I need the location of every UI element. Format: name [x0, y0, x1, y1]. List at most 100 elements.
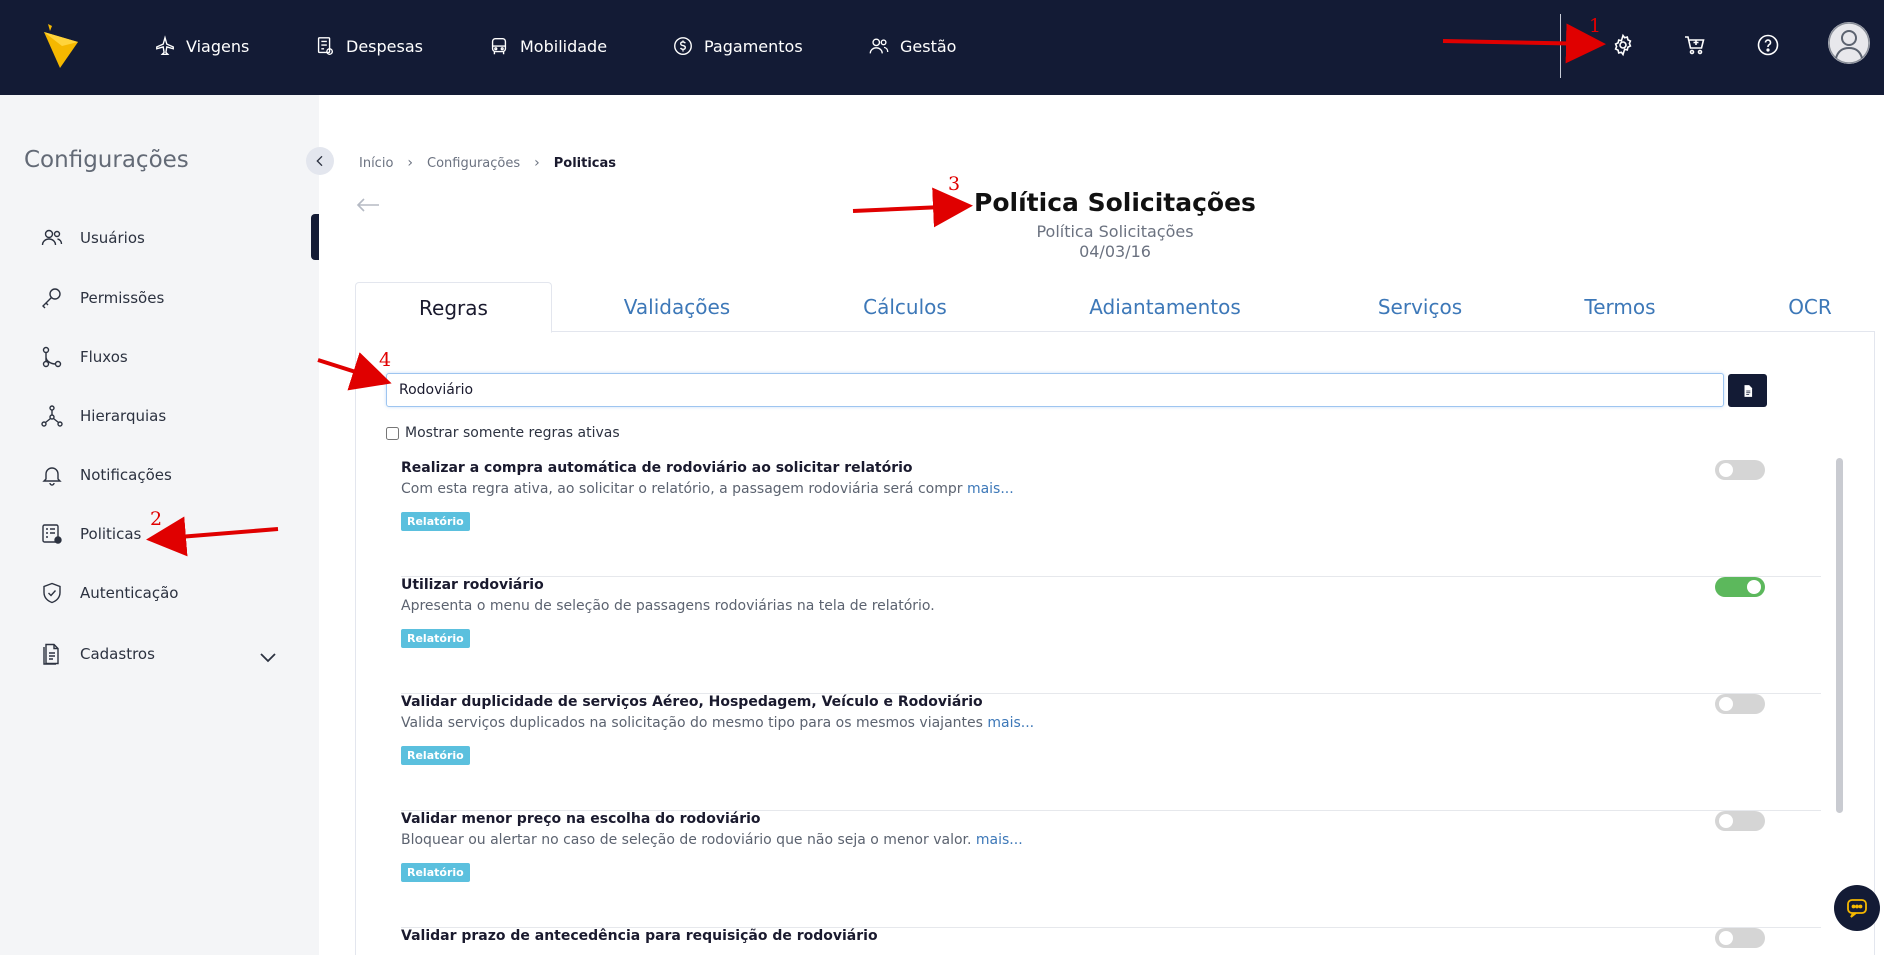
annotation-number: 3 [948, 173, 961, 195]
nav-label: Viagens [186, 36, 250, 56]
tab-validacoes[interactable]: Validações [587, 282, 767, 332]
breadcrumb-section[interactable]: Configurações [427, 156, 520, 171]
rule-more-link[interactable]: mais... [987, 715, 1034, 731]
tab-regras[interactable]: Regras [355, 282, 552, 333]
nav-label: Mobilidade [520, 36, 608, 56]
avatar[interactable] [1828, 22, 1870, 64]
help-button[interactable] [1753, 30, 1783, 60]
sidebar-item-label: Cadastros [80, 645, 155, 663]
rule-description: Com esta regra ativa, ao solicitar o rel… [401, 481, 1014, 497]
flow-icon [42, 346, 62, 368]
rule-more-link[interactable]: mais... [976, 832, 1023, 848]
toggle-knob [1747, 580, 1761, 594]
document-icon [1744, 384, 1752, 397]
search-button[interactable] [1728, 374, 1767, 407]
help-icon [1757, 34, 1779, 56]
page-subtitle: Política Solicitações [1036, 222, 1194, 241]
rule-more-link[interactable]: mais... [967, 481, 1014, 497]
nav-gestao[interactable]: Gestão [868, 30, 956, 62]
rule-title: Utilizar rodoviário [401, 577, 544, 593]
rule-toggle[interactable] [1715, 811, 1765, 831]
rule-description-text: Valida serviços duplicados na solicitaçã… [401, 715, 988, 731]
breadcrumb-home[interactable]: Início [359, 156, 393, 171]
cart-icon [1685, 36, 1705, 55]
toggle-knob [1719, 697, 1733, 711]
toggle-knob [1719, 463, 1733, 477]
sidebar-collapse-button[interactable] [306, 147, 334, 175]
rule-description-text: Bloquear ou alertar no caso de seleção d… [401, 832, 976, 848]
bell-icon [42, 467, 62, 486]
sidebar-item-autenticacao[interactable]: Autenticação [40, 578, 280, 608]
rule-row: Validar menor preço na escolha do rodovi… [401, 811, 1821, 928]
nav-pagamentos[interactable]: Pagamentos [672, 30, 803, 62]
sidebar-item-label: Usuários [80, 229, 145, 247]
sidebar-item-label: Fluxos [80, 348, 128, 366]
sidebar-title: Configurações [24, 147, 189, 173]
nav-mobilidade[interactable]: Mobilidade [488, 30, 607, 62]
rule-row: Realizar a compra automática de rodoviár… [401, 460, 1821, 577]
sidebar-item-fluxos[interactable]: Fluxos [40, 342, 280, 372]
sidebar-item-usuarios[interactable]: Usuários [40, 223, 280, 253]
sidebar-item-label: Autenticação [80, 584, 179, 602]
nav-label: Pagamentos [704, 36, 803, 56]
page-date: 04/03/16 [1079, 242, 1151, 261]
sidebar-active-indicator [311, 214, 319, 260]
annotation-number: 2 [150, 508, 163, 530]
tab-adiantamentos[interactable]: Adiantamentos [1055, 282, 1275, 332]
scrollbar[interactable] [1836, 458, 1843, 813]
plane-icon [156, 35, 174, 55]
tab-ocr[interactable]: OCR [1760, 282, 1860, 332]
active-rules-checkbox[interactable] [386, 426, 399, 440]
nav-label: Despesas [346, 36, 423, 56]
rule-title: Realizar a compra automática de rodoviár… [401, 460, 913, 476]
breadcrumb-separator-icon: › [534, 155, 540, 171]
rule-row: Validar duplicidade de serviços Aéreo, H… [401, 694, 1821, 811]
rule-toggle[interactable] [1715, 928, 1765, 948]
breadcrumb-current: Politicas [553, 155, 617, 171]
chat-icon [1847, 899, 1867, 918]
rule-description: Bloquear ou alertar no caso de seleção d… [401, 832, 1023, 848]
rule-toggle[interactable] [1715, 577, 1765, 597]
chevron-down-icon[interactable] [256, 646, 280, 670]
search-input[interactable] [386, 373, 1724, 407]
breadcrumb: Início › Configurações › Politicas [359, 155, 616, 171]
settings-button[interactable] [1608, 30, 1638, 60]
tab-calculos[interactable]: Cálculos [825, 282, 985, 332]
rule-row: Utilizar rodoviário Apresenta o menu de … [401, 577, 1821, 694]
shield-icon [43, 582, 61, 604]
nav-viagens[interactable]: Viagens [154, 30, 249, 62]
active-rules-label: Mostrar somente regras ativas [405, 425, 620, 441]
rule-description-text: Apresenta o menu de seleção de passagens… [401, 598, 935, 614]
toggle-knob [1719, 931, 1733, 945]
logo-icon[interactable] [42, 22, 80, 70]
rule-description: Apresenta o menu de seleção de passagens… [401, 598, 935, 614]
rule-description-text: Com esta regra ativa, ao solicitar o rel… [401, 481, 967, 497]
top-divider [1560, 14, 1561, 78]
rule-tag: Relatório [401, 512, 470, 531]
back-arrow-icon[interactable] [355, 195, 381, 215]
users-icon [869, 38, 889, 54]
car-icon [491, 37, 507, 55]
annotation-number: 1 [1589, 15, 1602, 37]
cart-button[interactable] [1680, 30, 1710, 60]
rule-toggle[interactable] [1715, 694, 1765, 714]
sidebar-item-cadastros[interactable]: Cadastros [40, 639, 280, 669]
sidebar-item-hierarquias[interactable]: Hierarquias [40, 401, 280, 431]
tab-termos[interactable]: Termos [1550, 282, 1690, 332]
receipt-icon [317, 37, 334, 55]
nav-despesas[interactable]: Despesas [314, 30, 423, 62]
sidebar-item-notificacoes[interactable]: Notificações [40, 460, 280, 490]
users-icon [41, 229, 63, 246]
rule-description: Valida serviços duplicados na solicitaçã… [401, 715, 1034, 731]
document-icon [43, 643, 59, 665]
sidebar-item-permissoes[interactable]: Permissões [40, 283, 280, 313]
avatar-icon [1828, 22, 1870, 64]
tab-bar: Regras Validações Cálculos Adiantamentos… [355, 282, 1875, 333]
tab-servicos[interactable]: Serviços [1340, 282, 1500, 332]
chat-button[interactable] [1834, 885, 1880, 931]
sidebar-item-label: Hierarquias [80, 407, 167, 425]
rule-title: Validar menor preço na escolha do rodovi… [401, 811, 761, 827]
rule-toggle[interactable] [1715, 460, 1765, 480]
toggle-knob [1719, 814, 1733, 828]
active-rules-filter[interactable]: Mostrar somente regras ativas [386, 425, 620, 441]
